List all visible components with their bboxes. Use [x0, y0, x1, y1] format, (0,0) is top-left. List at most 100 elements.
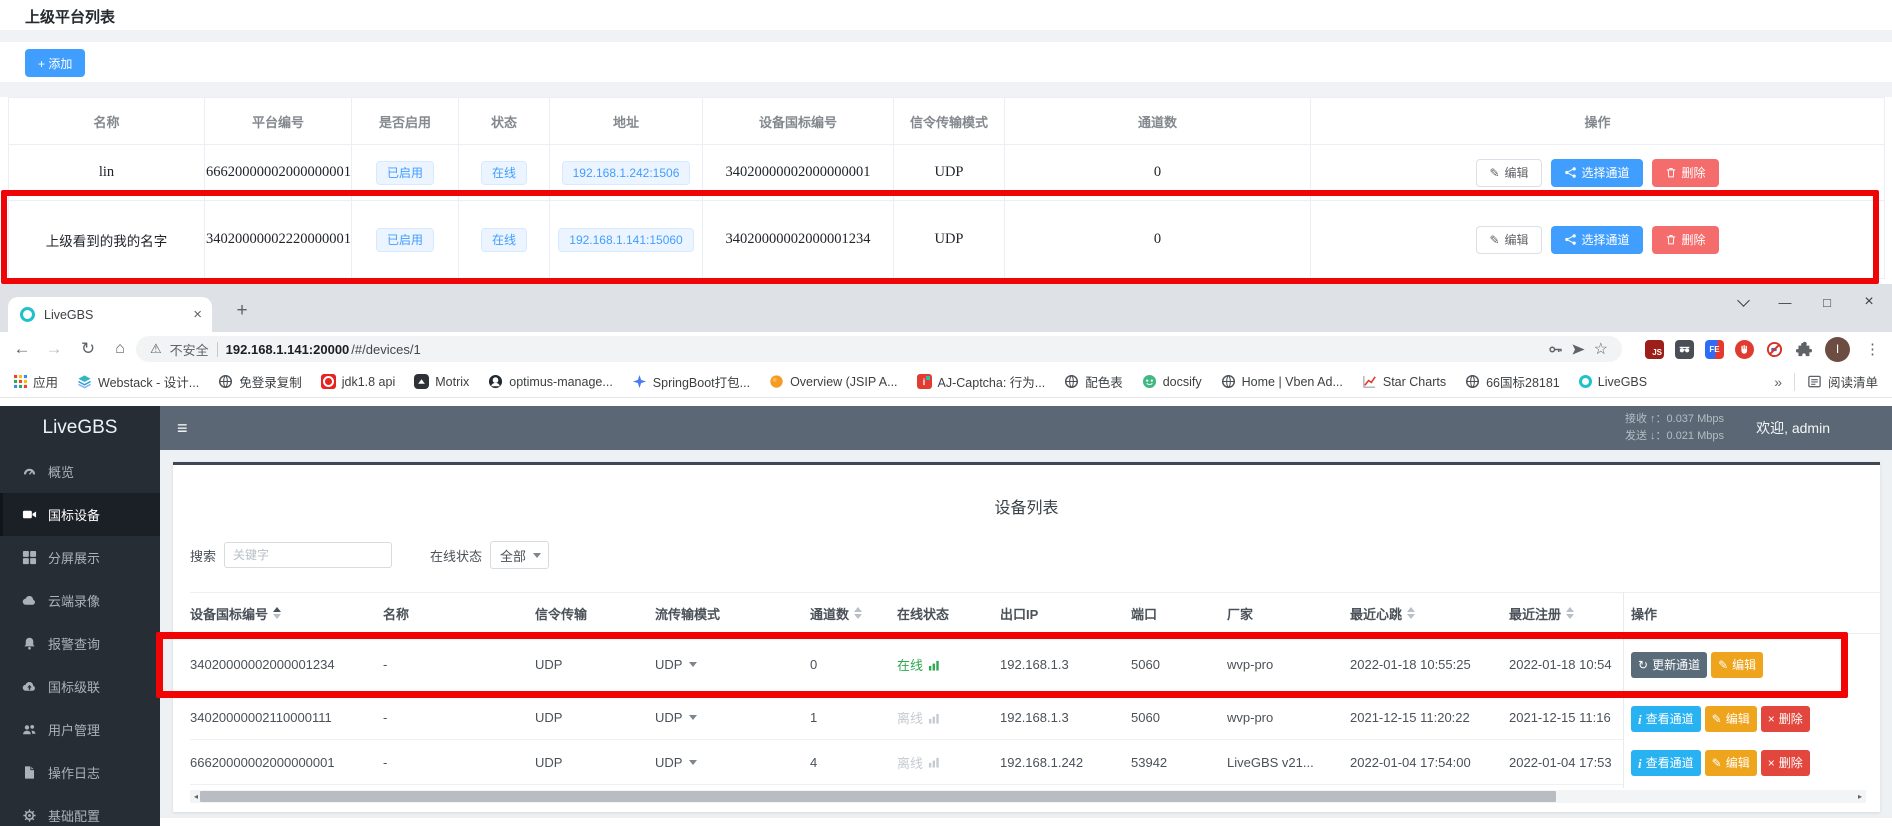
- online-status-link[interactable]: 离线: [897, 753, 940, 772]
- fe-extension-icon[interactable]: FE: [1705, 340, 1724, 359]
- sidebar-item-cloud-recording[interactable]: 云端录像: [0, 579, 160, 622]
- sidebar-item-user-management[interactable]: 用户管理: [0, 708, 160, 751]
- fixed-actions-column: 操作 ↻更新通道 ✎编辑 i查看通道 ✎编辑 ×删除 i查看通道 ✎编辑 ×删除: [1623, 592, 1880, 788]
- delete-device-button[interactable]: ×删除: [1761, 750, 1810, 776]
- back-icon[interactable]: ←: [8, 332, 36, 366]
- status-badge: 在线: [481, 161, 527, 185]
- sidebar-item-operation-log[interactable]: 操作日志: [0, 751, 160, 794]
- edit-device-button[interactable]: ✎编辑: [1705, 750, 1757, 776]
- bookmark-jdk-api[interactable]: jdk1.8 api: [321, 374, 396, 389]
- incognito-extension-icon[interactable]: [1675, 340, 1694, 359]
- extensions-puzzle-icon[interactable]: [1795, 340, 1814, 359]
- sidebar-item-split-screen[interactable]: 分屏展示: [0, 536, 160, 579]
- hamburger-menu-icon[interactable]: ≡: [177, 406, 188, 450]
- col-enabled: 是否启用: [352, 98, 459, 145]
- online-status-link[interactable]: 在线: [897, 655, 940, 674]
- bookmark-docsify[interactable]: docsify: [1142, 374, 1202, 389]
- horizontal-scrollbar[interactable]: ◂ ▸: [190, 790, 1866, 803]
- cell-name: lin: [9, 145, 205, 201]
- tab-title: LiveGBS: [44, 308, 184, 322]
- delete-button[interactable]: 删除: [1652, 159, 1719, 187]
- new-tab-button[interactable]: +: [228, 297, 256, 325]
- edit-button[interactable]: ✎编辑: [1476, 226, 1541, 254]
- send-to-device-icon[interactable]: [1571, 342, 1586, 357]
- col-address: 地址: [550, 98, 703, 145]
- add-button[interactable]: + 添加: [25, 49, 85, 77]
- profile-avatar[interactable]: I: [1825, 337, 1850, 362]
- app-logo[interactable]: LiveGBS: [0, 406, 160, 450]
- address-bar[interactable]: ⚠ 不安全 192.168.1.141:20000/#/devices/1 ☆: [136, 336, 1622, 362]
- stream-mode-dropdown[interactable]: UDP: [655, 657, 697, 672]
- sidebar-item-gb-devices[interactable]: 国标设备: [0, 493, 160, 536]
- browser-tab[interactable]: LiveGBS ×: [8, 297, 212, 332]
- bookmarks-overflow-icon[interactable]: »: [1774, 374, 1782, 390]
- cell-signal: UDP: [535, 710, 655, 725]
- bookmark-webstack[interactable]: Webstack - 设计...: [77, 372, 199, 391]
- select-channel-button[interactable]: 选择通道: [1551, 159, 1643, 187]
- bookmark-springboot[interactable]: SpringBoot打包...: [632, 372, 750, 391]
- bookmark-nologin-copy[interactable]: 免登录复制: [218, 372, 302, 391]
- browser-menu-icon[interactable]: ⋮: [1861, 340, 1884, 358]
- bookmark-star-charts[interactable]: Star Charts: [1362, 374, 1446, 389]
- stream-mode-dropdown[interactable]: UDP: [655, 755, 697, 770]
- tab-search-chevron-icon[interactable]: [1728, 288, 1758, 316]
- platform-list-page: 上级平台列表 + 添加 名称 平台编号 是否启用 状态 地址 设备国标编号 信令…: [0, 0, 1892, 284]
- device-row-highlighted[interactable]: 34020000002000001234 - UDP UDP 0 在线 192.…: [190, 634, 1866, 696]
- reading-list-button[interactable]: 阅读清单: [1807, 372, 1878, 391]
- maximize-button[interactable]: □: [1812, 288, 1842, 316]
- delete-device-button[interactable]: ×删除: [1761, 706, 1810, 732]
- scrollbar-thumb[interactable]: [200, 791, 1556, 802]
- bookmark-livegbs[interactable]: LiveGBS: [1579, 375, 1647, 389]
- device-row[interactable]: 66620000002000000001 - UDP UDP 4 离线 192.…: [190, 740, 1866, 785]
- stream-mode-dropdown[interactable]: UDP: [655, 710, 697, 725]
- trash-icon: [1665, 166, 1677, 179]
- bookmark-gb28181[interactable]: 66国标28181: [1465, 372, 1560, 391]
- chevron-down-icon: [689, 760, 697, 765]
- bar-chart-icon: [928, 756, 940, 768]
- bookmark-github-optimus[interactable]: optimus-manage...: [488, 374, 613, 389]
- tab-close-icon[interactable]: ×: [193, 306, 202, 323]
- online-status-select[interactable]: 全部: [490, 541, 549, 569]
- forward-icon[interactable]: →: [40, 332, 68, 366]
- col-channels[interactable]: 通道数: [810, 604, 897, 623]
- device-row[interactable]: 34020000002110000111 - UDP UDP 1 离线 192.…: [190, 696, 1866, 740]
- sidebar-item-alarm-query[interactable]: 报警查询: [0, 622, 160, 665]
- bookmark-aj-captcha[interactable]: iAJ-Captcha: 行为...: [917, 372, 1046, 391]
- edit-device-button[interactable]: ✎编辑: [1711, 652, 1763, 678]
- online-status-link[interactable]: 离线: [897, 708, 940, 727]
- sort-icon: [273, 607, 281, 619]
- delete-button[interactable]: 删除: [1652, 226, 1719, 254]
- view-channels-button[interactable]: i查看通道: [1631, 750, 1701, 776]
- bookmark-color-table[interactable]: 配色表: [1064, 372, 1123, 391]
- reload-icon[interactable]: ↻: [74, 332, 102, 366]
- js-extension-icon[interactable]: JS: [1645, 340, 1664, 359]
- bookmark-motrix[interactable]: Motrix: [414, 374, 469, 389]
- bookmark-star-icon[interactable]: ☆: [1594, 339, 1608, 359]
- edit-device-button[interactable]: ✎编辑: [1705, 706, 1757, 732]
- update-channels-button[interactable]: ↻更新通道: [1631, 652, 1707, 678]
- welcome-user[interactable]: 欢迎, admin: [1756, 406, 1830, 450]
- view-channels-button[interactable]: i查看通道: [1631, 706, 1701, 732]
- bookmark-vben-home[interactable]: Home | Vben Ad...: [1221, 374, 1343, 389]
- sidebar-item-basic-config[interactable]: 基础配置: [0, 794, 160, 826]
- search-input[interactable]: [224, 542, 392, 568]
- select-channel-button[interactable]: 选择通道: [1551, 226, 1643, 254]
- apps-shortcut[interactable]: 应用: [14, 372, 58, 391]
- sidebar-item-gb-cascade[interactable]: 国标级联: [0, 665, 160, 708]
- adblock-extension-icon[interactable]: [1765, 340, 1784, 359]
- sidebar-item-overview[interactable]: 概览: [0, 450, 160, 493]
- edit-button[interactable]: ✎编辑: [1476, 159, 1541, 187]
- minimize-button[interactable]: —: [1770, 288, 1800, 316]
- col-heartbeat[interactable]: 最近心跳: [1350, 604, 1509, 623]
- col-gb-id[interactable]: 设备国标编号: [190, 604, 383, 623]
- cloud-icon: [22, 593, 37, 608]
- bookmark-overview-jsip[interactable]: Overview (JSIP A...: [769, 374, 897, 389]
- scroll-right-icon[interactable]: ▸: [1854, 790, 1866, 803]
- cell-ip: 192.168.1.3: [1000, 710, 1131, 725]
- blocker-hand-extension-icon[interactable]: [1735, 340, 1754, 359]
- col-channels: 通道数: [1005, 98, 1311, 145]
- close-window-button[interactable]: ×: [1854, 288, 1884, 316]
- password-key-icon[interactable]: [1548, 342, 1563, 357]
- home-icon[interactable]: ⌂: [106, 332, 134, 366]
- security-label[interactable]: 不安全: [170, 340, 209, 359]
